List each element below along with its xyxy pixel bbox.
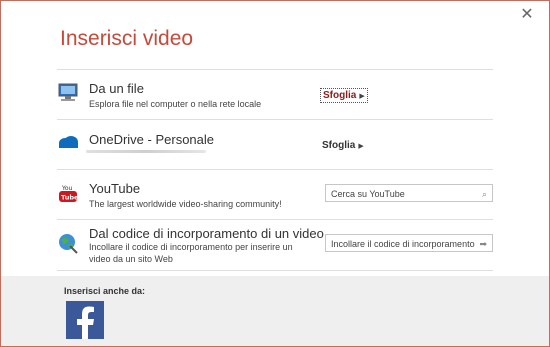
account-email-redacted	[86, 150, 206, 153]
search-icon[interactable]: ⌕	[482, 185, 487, 203]
close-icon[interactable]: ✕	[519, 7, 535, 23]
browse-onedrive-button[interactable]: Sfoglia ▶	[320, 139, 366, 152]
youtube-icon: You Tube	[57, 184, 79, 204]
svg-text:You: You	[61, 185, 73, 192]
insert-video-dialog: ✕ Inserisci video Da un file Esplora fil…	[0, 0, 550, 347]
computer-icon	[57, 83, 79, 103]
row-description: Esplora file nel computer o nella rete l…	[89, 99, 262, 109]
embed-code-input[interactable]: Incollare il codice di incorporamento ➡	[325, 234, 493, 252]
row-embed-code: Dal codice di incorporamento di un video…	[57, 219, 493, 271]
dialog-title: Inserisci video	[60, 27, 194, 50]
row-title: OneDrive - Personale	[89, 132, 214, 147]
onedrive-icon	[57, 135, 79, 155]
search-placeholder: Cerca su YouTube	[331, 189, 405, 199]
row-title: Da un file	[89, 81, 144, 96]
browse-label: Sfoglia	[322, 140, 356, 151]
embed-placeholder: Incollare il codice di incorporamento	[331, 239, 475, 249]
row-description: The largest worldwide video-sharing comm…	[89, 199, 282, 209]
row-description-line1: Incollare il codice di incorporamento pe…	[89, 242, 293, 252]
facebook-icon[interactable]	[66, 301, 104, 339]
browse-file-button[interactable]: Sfoglia ▶	[320, 88, 368, 103]
globe-icon	[57, 232, 79, 254]
chevron-right-icon: ▶	[359, 93, 365, 100]
row-onedrive: OneDrive - Personale Sfoglia ▶	[57, 119, 493, 170]
row-title: Dal codice di incorporamento di un video	[89, 226, 324, 241]
row-youtube: You Tube YouTube The largest worldwide v…	[57, 169, 493, 220]
row-title: YouTube	[89, 181, 141, 196]
row-description-line2: video da un sito Web	[89, 254, 173, 264]
svg-text:Tube: Tube	[61, 194, 79, 202]
footer: Inserisci anche da:	[1, 276, 549, 346]
footer-label: Inserisci anche da:	[64, 286, 146, 296]
row-from-file: Da un file Esplora file nel computer o n…	[57, 69, 493, 120]
browse-label: Sfoglia	[323, 90, 357, 101]
arrow-right-icon[interactable]: ➡	[479, 235, 487, 253]
youtube-search-input[interactable]: Cerca su YouTube ⌕	[325, 184, 493, 202]
chevron-right-icon: ▶	[358, 143, 364, 150]
